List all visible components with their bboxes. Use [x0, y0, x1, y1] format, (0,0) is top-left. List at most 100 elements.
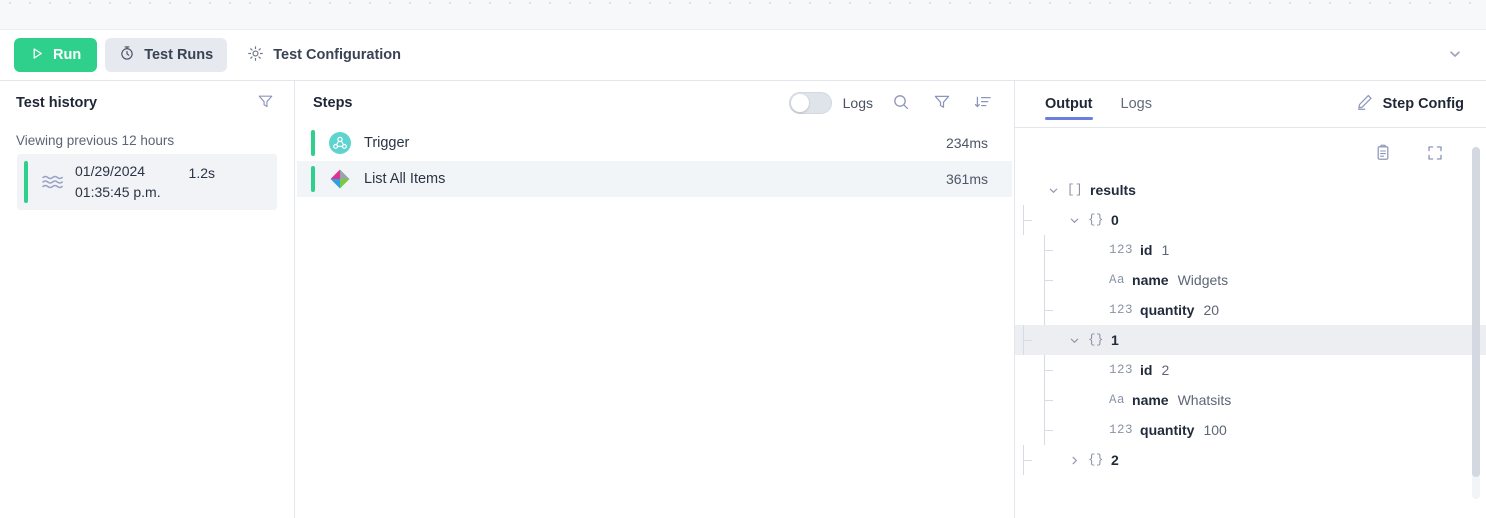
json-key: id	[1140, 362, 1153, 378]
json-type-badge: 123	[1109, 303, 1134, 317]
output-json-tree: [] results{} 0 123 id 1 Aa name Widgets 123 quanti…	[1015, 175, 1486, 475]
logs-toggle[interactable]	[788, 92, 832, 114]
steps-search-button[interactable]	[888, 89, 914, 118]
step-row[interactable]: Trigger 234ms	[297, 125, 1012, 161]
json-tree-row[interactable]: 123 id 2	[1045, 355, 1486, 385]
json-value: 20	[1203, 302, 1220, 318]
json-value: 1	[1161, 242, 1170, 258]
run-button[interactable]: Run	[14, 38, 98, 72]
output-scrollbar[interactable]	[1472, 147, 1480, 499]
json-tree-row[interactable]: Aa name Widgets	[1045, 265, 1486, 295]
dotted-rule	[0, 2, 1486, 4]
chevron-right-icon[interactable]	[1066, 455, 1082, 466]
history-item-row[interactable]: 01/29/2024 01:35:45 p.m. 1.2s	[17, 154, 277, 210]
tree-guide-elbow	[1023, 460, 1032, 461]
test-configuration-label: Test Configuration	[273, 47, 402, 63]
history-status-bar	[24, 161, 28, 203]
step-name: List All Items	[364, 171, 446, 187]
step-config-button[interactable]: Step Config	[1356, 93, 1464, 115]
steps-header: Steps Logs	[295, 81, 1014, 125]
json-key: 0	[1111, 212, 1119, 228]
json-tree-row[interactable]: 123 quantity 20	[1045, 295, 1486, 325]
search-icon	[892, 93, 910, 114]
json-type-badge: []	[1067, 183, 1084, 197]
json-value: Whatsits	[1177, 392, 1232, 408]
play-icon	[30, 46, 45, 65]
step-duration: 361ms	[945, 171, 988, 187]
history-range-label: Viewing previous 12 hours	[16, 133, 175, 148]
json-tree-row[interactable]: {} 0	[1045, 205, 1486, 235]
collapse-toolbar-button[interactable]	[1438, 41, 1472, 70]
pencil-icon	[1356, 93, 1374, 115]
output-scrollbar-thumb[interactable]	[1472, 147, 1480, 477]
chevron-down-icon[interactable]	[1066, 215, 1082, 226]
json-key: quantity	[1140, 302, 1195, 318]
output-header: Output Logs Step Config	[1015, 81, 1486, 127]
step-status-bar	[311, 130, 315, 156]
step-status-bar	[311, 166, 315, 192]
copy-output-button[interactable]	[1370, 140, 1396, 169]
chevron-down-icon[interactable]	[1045, 185, 1061, 196]
json-key: results	[1090, 182, 1136, 198]
tree-guide-elbow	[1023, 340, 1032, 341]
logs-toggle-knob	[790, 94, 809, 112]
expand-fullscreen-icon	[1426, 144, 1444, 165]
json-tree-row[interactable]: {} 1	[1015, 325, 1486, 355]
diamond-app-icon	[329, 168, 351, 190]
test-runs-button[interactable]: Test Runs	[105, 38, 228, 72]
tree-guide-elbow	[1044, 400, 1053, 401]
json-type-badge: {}	[1088, 333, 1105, 347]
step-row[interactable]: List All Items 361ms	[297, 161, 1012, 197]
steps-title: Steps	[313, 95, 353, 111]
json-tree-row[interactable]: 123 id 1	[1045, 235, 1486, 265]
history-filter-button[interactable]	[253, 89, 278, 117]
steps-toolbar: Logs	[788, 89, 996, 118]
tab-logs[interactable]: Logs	[1121, 81, 1152, 127]
steps-sort-button[interactable]	[970, 89, 996, 118]
expand-output-button[interactable]	[1422, 140, 1448, 169]
logs-toggle-label: Logs	[842, 95, 873, 111]
json-key: id	[1140, 242, 1153, 258]
test-history-title: Test history	[16, 95, 98, 111]
main-body: Test history Viewing previous 12 hours 0…	[0, 81, 1486, 518]
history-item-date: 01/29/2024	[75, 163, 146, 179]
json-value: 100	[1203, 422, 1227, 438]
tree-guide-elbow	[1044, 250, 1053, 251]
waveform-lines-icon	[41, 172, 65, 192]
tree-guide-elbow	[1044, 280, 1053, 281]
chevron-down-icon	[1448, 47, 1462, 64]
output-panel: Output Logs Step Config [] results {} 0 …	[1015, 81, 1486, 518]
sort-descending-icon	[974, 93, 992, 114]
step-config-label: Step Config	[1382, 96, 1464, 112]
chevron-down-icon[interactable]	[1066, 335, 1082, 346]
history-item-time: 01:35:45 p.m.	[75, 184, 161, 200]
test-configuration-button[interactable]: Test Configuration	[235, 38, 413, 72]
tree-guide-elbow	[1023, 220, 1032, 221]
json-type-badge: {}	[1088, 453, 1105, 467]
filter-icon	[933, 93, 951, 114]
output-actions	[1015, 128, 1486, 175]
json-key: 1	[1111, 332, 1119, 348]
step-duration: 234ms	[945, 135, 988, 151]
history-item-duration: 1.2s	[188, 165, 215, 181]
json-tree-row[interactable]: Aa name Whatsits	[1045, 385, 1486, 415]
json-value: 2	[1161, 362, 1170, 378]
json-key: name	[1132, 272, 1169, 288]
steps-filter-button[interactable]	[929, 89, 955, 118]
json-type-badge: Aa	[1109, 393, 1126, 407]
json-tree-row[interactable]: 123 quantity 100	[1045, 415, 1486, 445]
trigger-node-icon	[329, 132, 351, 154]
json-type-badge: Aa	[1109, 273, 1126, 287]
test-history-header: Test history	[0, 81, 294, 125]
clipboard-copy-icon	[1374, 144, 1392, 165]
step-name: Trigger	[364, 135, 410, 151]
output-tabs: Output Logs	[1045, 81, 1152, 127]
gear-icon	[247, 45, 264, 66]
json-tree-row[interactable]: [] results	[1045, 175, 1486, 205]
main-toolbar: Run Test Runs Test Configuration	[0, 30, 1486, 81]
json-tree-row[interactable]: {} 2	[1045, 445, 1486, 475]
history-item-text: 01/29/2024 01:35:45 p.m.	[75, 162, 161, 202]
tab-output[interactable]: Output	[1045, 81, 1093, 127]
json-type-badge: 123	[1109, 363, 1134, 377]
json-key: name	[1132, 392, 1169, 408]
